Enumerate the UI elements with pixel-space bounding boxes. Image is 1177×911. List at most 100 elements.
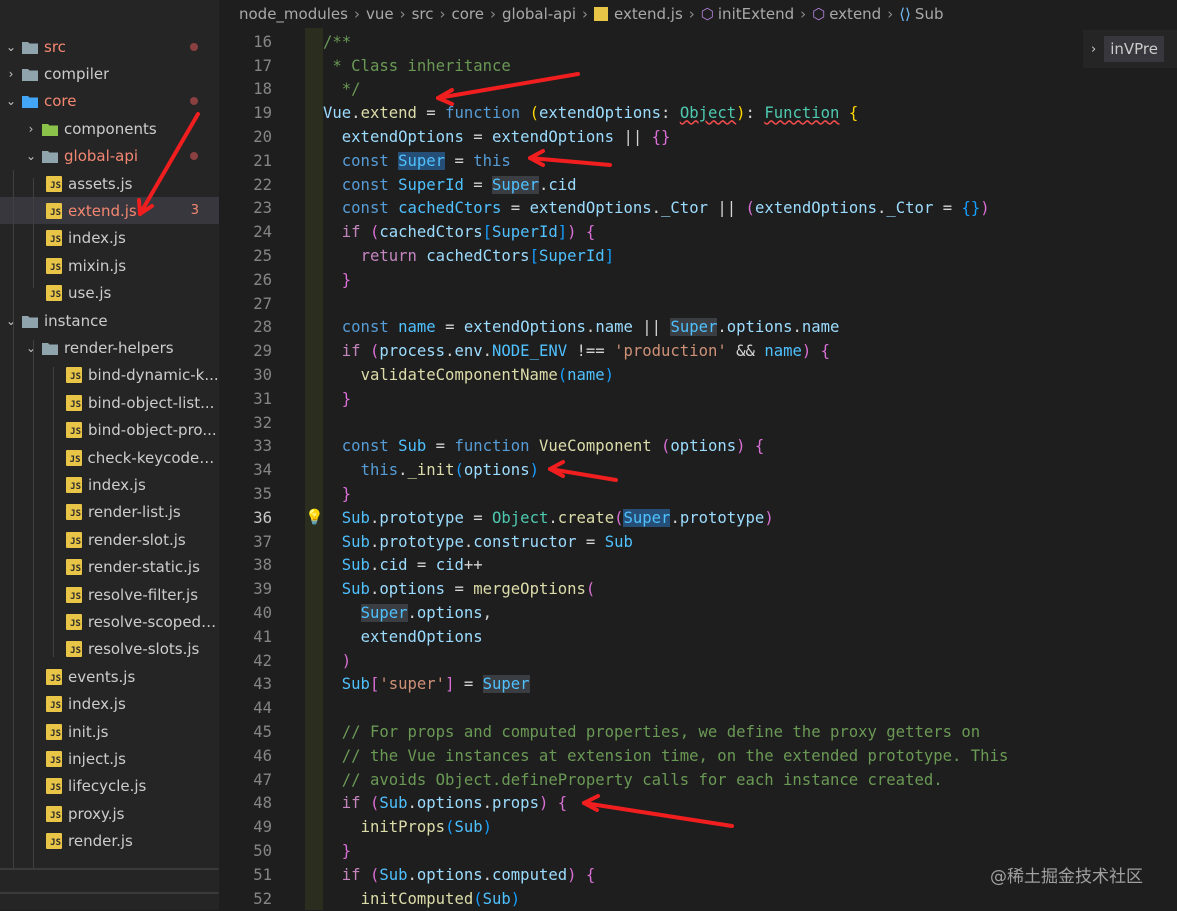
code-line[interactable]: 47 // avoids Object.defineProperty calls… bbox=[219, 768, 1177, 792]
chevron-down-icon[interactable]: ⌄ bbox=[4, 40, 18, 54]
breadcrumb-part[interactable]: src bbox=[412, 5, 434, 23]
indent-guide bbox=[53, 367, 54, 657]
breadcrumb-part[interactable]: core bbox=[452, 5, 485, 23]
code-line[interactable]: 49 initProps(Sub) bbox=[219, 815, 1177, 839]
code-line[interactable]: 52 initComputed(Sub) bbox=[219, 887, 1177, 911]
code-line[interactable]: 33 const Sub = function VueComponent (op… bbox=[219, 435, 1177, 459]
code-token: . bbox=[482, 865, 493, 884]
code-line[interactable]: 30 validateComponentName(name) bbox=[219, 363, 1177, 387]
chevron-right-icon[interactable]: › bbox=[24, 122, 38, 136]
code-token: = bbox=[445, 580, 474, 599]
line-number: 37 bbox=[253, 532, 272, 551]
code-line[interactable]: 21 const Super = this bbox=[219, 149, 1177, 173]
code-line[interactable]: 20 extendOptions = extendOptions || {} bbox=[219, 125, 1177, 149]
code-token: create bbox=[557, 508, 615, 527]
line-number: 24 bbox=[253, 223, 272, 242]
code-token: const bbox=[341, 175, 389, 194]
code-token: ) bbox=[567, 865, 577, 884]
code-line[interactable]: 17 * Class inheritance bbox=[219, 54, 1177, 78]
explorer-sidebar: ⌄ src › compiler ⌄ core › components ⌄ global-api… bbox=[0, 0, 219, 910]
code-line[interactable]: 24 if (cachedCtors[SuperId]) { bbox=[219, 220, 1177, 244]
line-number: 30 bbox=[253, 366, 272, 385]
code-line[interactable]: 46 // the Vue instances at extension tim… bbox=[219, 744, 1177, 768]
chevron-down-icon[interactable]: ⌄ bbox=[4, 314, 18, 328]
chevron-down-icon[interactable]: ⌄ bbox=[24, 341, 38, 355]
code-line[interactable]: 19 Vue.extend = function (extendOptions: … bbox=[219, 101, 1177, 125]
folder-icon bbox=[42, 121, 58, 137]
breadcrumb-symbol-initextend[interactable]: initExtend bbox=[718, 5, 794, 23]
breadcrumb-symbol-sub[interactable]: Sub bbox=[915, 5, 944, 23]
breadcrumb-part[interactable]: node_modules bbox=[239, 5, 348, 23]
code-token: options bbox=[416, 794, 483, 813]
code-token: computed bbox=[492, 865, 568, 884]
tree-item-label: bind-dynamic-k... bbox=[88, 366, 219, 385]
tree-item[interactable]: › compiler bbox=[0, 60, 219, 87]
code-line[interactable]: 36 💡 Sub.prototype = Object.create(Super.… bbox=[219, 506, 1177, 530]
code-line[interactable]: 32 bbox=[219, 411, 1177, 435]
code-token: const bbox=[341, 437, 389, 456]
breadcrumb-file[interactable]: extend.js bbox=[614, 5, 683, 23]
code-line[interactable]: 38 Sub.cid = cid++ bbox=[219, 554, 1177, 578]
code-line[interactable]: 23 const cachedCtors = extendOptions._Ct… bbox=[219, 197, 1177, 221]
code-token: ) bbox=[801, 342, 812, 361]
tree-item-label: check-keycodes.js bbox=[87, 448, 220, 467]
tree-item-label: compiler bbox=[44, 64, 110, 83]
lightbulb-icon[interactable]: 💡 bbox=[305, 508, 324, 528]
code-line[interactable]: 28 const name = extendOptions.name || Su… bbox=[219, 316, 1177, 340]
code-line[interactable]: 35 } bbox=[219, 482, 1177, 506]
code-line[interactable]: 37 Sub.prototype.constructor = Sub bbox=[219, 530, 1177, 554]
code-line[interactable]: 48 if (Sub.options.props) { bbox=[219, 792, 1177, 816]
chevron-down-icon[interactable]: ⌄ bbox=[4, 94, 18, 108]
js-file-icon: JS bbox=[46, 778, 62, 795]
code-line[interactable]: 27 bbox=[219, 292, 1177, 316]
js-file-icon: JS bbox=[46, 723, 62, 740]
code-line[interactable]: 41 extendOptions bbox=[219, 625, 1177, 649]
code-token: ] bbox=[557, 223, 568, 242]
line-number: 39 bbox=[253, 580, 272, 599]
code-line[interactable]: 44 bbox=[219, 696, 1177, 720]
breadcrumb-part[interactable]: global-api bbox=[502, 5, 576, 23]
code-token: Sub bbox=[604, 532, 633, 551]
code-line[interactable]: 45 // For props and computed properties,… bbox=[219, 720, 1177, 744]
code-line[interactable]: 43 Sub['super'] = Super bbox=[219, 673, 1177, 697]
code-line[interactable]: 50 } bbox=[219, 839, 1177, 863]
code-line[interactable]: 31 } bbox=[219, 387, 1177, 411]
code-line[interactable]: 26 } bbox=[219, 268, 1177, 292]
line-number: 23 bbox=[253, 199, 272, 218]
code-line[interactable]: 16 /** bbox=[219, 30, 1177, 54]
code-line[interactable]: 42 ) bbox=[219, 649, 1177, 673]
code-text: } bbox=[323, 390, 351, 408]
breadcrumb-part[interactable]: vue bbox=[366, 5, 394, 23]
code-line[interactable]: 22 const SuperId = Super.cid bbox=[219, 173, 1177, 197]
code-line[interactable]: 18 */ bbox=[219, 78, 1177, 102]
chevron-down-icon[interactable]: ⌄ bbox=[24, 149, 38, 163]
breadcrumb-symbol-extend[interactable]: extend bbox=[829, 5, 881, 23]
sticky-scroll-peek[interactable]: › inVPre bbox=[1083, 30, 1177, 68]
code-line[interactable]: 29 if (process.env.NODE_ENV !== 'product… bbox=[219, 339, 1177, 363]
code-token: . bbox=[407, 794, 417, 813]
code-token: Sub bbox=[341, 580, 370, 599]
tree-item[interactable]: ⌄ global-api bbox=[0, 143, 219, 170]
tree-item[interactable]: ⌄ src bbox=[0, 33, 219, 60]
line-number: 42 bbox=[253, 651, 272, 670]
code-token: prototype bbox=[679, 508, 765, 527]
tree-item[interactable]: ⌄ core bbox=[0, 88, 219, 115]
code-line[interactable]: 34 this._init(options) bbox=[219, 458, 1177, 482]
code-line[interactable]: 40 Super.options, bbox=[219, 601, 1177, 625]
tree-item-label: bind-object-list... bbox=[88, 393, 215, 412]
tree-item[interactable]: › components bbox=[0, 115, 219, 142]
chevron-right-icon: › bbox=[1091, 41, 1097, 57]
code-token: ++ bbox=[463, 556, 483, 575]
chevron-right-icon: › bbox=[399, 5, 406, 23]
tree-item[interactable]: ⌄ instance bbox=[0, 307, 219, 334]
code-token: ( bbox=[557, 366, 568, 385]
code-line[interactable]: 25 return cachedCtors[SuperId] bbox=[219, 244, 1177, 268]
code-editor[interactable]: 16/** 17 * Class inheritance 18 */19 Vue.ex… bbox=[219, 28, 1177, 910]
code-line[interactable]: 39 Sub.options = mergeOptions( bbox=[219, 577, 1177, 601]
tree-item-label: events.js bbox=[68, 667, 136, 686]
chevron-right-icon[interactable]: › bbox=[4, 67, 18, 81]
code-text: if (process.env.NODE_ENV !== 'production… bbox=[323, 342, 830, 360]
